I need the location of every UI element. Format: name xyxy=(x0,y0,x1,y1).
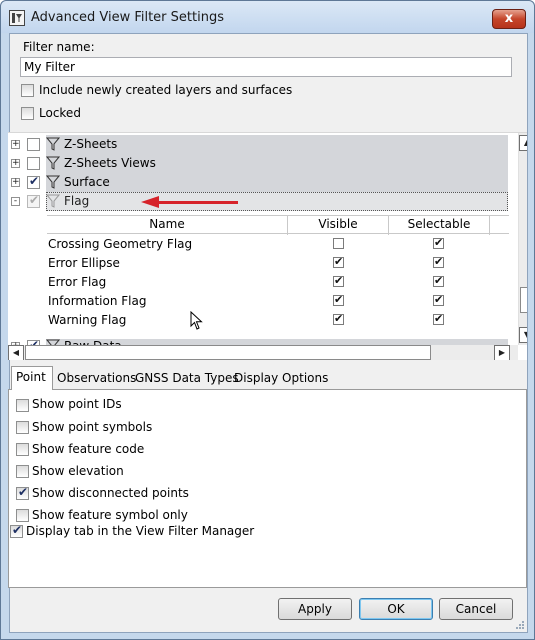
expand-icon[interactable]: + xyxy=(11,159,20,168)
vertical-scroll-thumb[interactable] xyxy=(520,287,527,313)
grid-header: Name Visible Selectable xyxy=(47,215,509,235)
column-header-name[interactable]: Name xyxy=(47,217,287,231)
include-new-layers-checkbox[interactable] xyxy=(21,84,34,97)
tree-node-checkbox[interactable] xyxy=(27,193,40,208)
grid-row[interactable]: Crossing Geometry Flag xyxy=(47,235,509,254)
flag-name: Error Ellipse xyxy=(48,256,120,270)
grid-row[interactable]: Error Flag xyxy=(47,273,509,292)
window-title: Advanced View Filter Settings xyxy=(31,10,224,25)
locked-label: Locked xyxy=(39,106,81,120)
flag-name: Crossing Geometry Flag xyxy=(48,237,193,251)
column-header-visible[interactable]: Visible xyxy=(288,217,388,231)
tree-node-label: Z-Sheets xyxy=(64,137,118,151)
show-disconnected-points-checkbox[interactable] xyxy=(16,485,29,500)
collapse-icon[interactable]: - xyxy=(11,197,20,206)
flag-name: Warning Flag xyxy=(48,313,127,327)
tree-node-bar xyxy=(46,192,508,211)
red-arrow-annotation-icon xyxy=(141,196,159,208)
filter-funnel-icon xyxy=(46,137,60,151)
tree-node-bar xyxy=(46,173,508,192)
show-point-ids-checkbox[interactable] xyxy=(16,399,29,412)
tab-point[interactable]: Point xyxy=(11,366,53,391)
flag-name: Information Flag xyxy=(48,294,147,308)
visible-checkbox[interactable] xyxy=(333,312,344,325)
display-tab-checkbox[interactable] xyxy=(10,523,23,538)
tree-node-checkbox[interactable] xyxy=(27,157,40,170)
selectable-checkbox[interactable] xyxy=(433,274,444,287)
tree-node-checkbox[interactable] xyxy=(27,138,40,151)
horizontal-scrollbar[interactable]: ◀ ▶ xyxy=(8,345,518,360)
show-point-ids-label: Show point IDs xyxy=(32,397,122,411)
tree-node-surface[interactable]: + Surface xyxy=(8,173,508,192)
show-elevation-label: Show elevation xyxy=(32,464,124,478)
selectable-checkbox[interactable] xyxy=(433,293,444,306)
scroll-down-icon[interactable]: ▼ xyxy=(519,327,527,343)
show-elevation-checkbox[interactable] xyxy=(16,465,29,478)
resize-grip-icon[interactable] xyxy=(515,620,525,630)
show-point-symbols-label: Show point symbols xyxy=(32,420,153,434)
title-bar[interactable]: Advanced View Filter Settings x xyxy=(1,1,534,33)
tree-node-z-sheets[interactable]: + Z-Sheets xyxy=(8,135,508,154)
include-new-layers-label: Include newly created layers and surface… xyxy=(39,83,293,97)
tab-observations[interactable]: Observations xyxy=(53,368,140,390)
filter-funnel-icon xyxy=(46,175,60,189)
expand-icon[interactable]: + xyxy=(11,178,20,187)
column-header-selectable[interactable]: Selectable xyxy=(389,217,489,231)
locked-checkbox[interactable] xyxy=(21,107,34,120)
selectable-checkbox[interactable] xyxy=(433,255,444,268)
scroll-up-icon[interactable]: ▲ xyxy=(519,135,527,151)
grid-row[interactable]: Error Ellipse xyxy=(47,254,509,273)
selectable-checkbox[interactable] xyxy=(433,236,444,249)
options-tab-strip: Point Observations GNSS Data Types Displ… xyxy=(8,366,527,391)
filter-name-input[interactable]: My Filter xyxy=(20,57,512,77)
cancel-button[interactable]: Cancel xyxy=(439,598,513,620)
tab-display-options[interactable]: Display Options xyxy=(230,368,332,390)
display-tab-label: Display tab in the View Filter Manager xyxy=(26,524,255,538)
horizontal-scroll-thumb[interactable] xyxy=(25,345,431,360)
close-button[interactable]: x xyxy=(492,9,526,29)
visible-checkbox[interactable] xyxy=(333,255,344,268)
tree-node-label: Z-Sheets Views xyxy=(64,156,156,170)
show-point-symbols-checkbox[interactable] xyxy=(16,421,29,434)
ok-button[interactable]: OK xyxy=(359,598,433,620)
visible-checkbox[interactable] xyxy=(333,293,344,306)
filter-funnel-icon xyxy=(46,156,60,170)
show-disconnected-points-label: Show disconnected points xyxy=(32,486,189,500)
visible-checkbox[interactable] xyxy=(333,274,344,287)
show-feature-symbol-only-checkbox[interactable] xyxy=(16,509,29,522)
grid-row[interactable]: Information Flag xyxy=(47,292,509,311)
mouse-cursor-icon xyxy=(190,311,203,330)
scroll-right-icon[interactable]: ▶ xyxy=(494,345,510,360)
expand-icon[interactable]: + xyxy=(11,140,20,149)
show-feature-symbol-only-label: Show feature symbol only xyxy=(32,508,188,522)
apply-button[interactable]: Apply xyxy=(278,598,352,620)
flag-name: Error Flag xyxy=(48,275,107,289)
tree-node-label: Flag xyxy=(64,194,90,208)
layer-tree-panel: + Z-Sheets + Z-Sheets Views + Surface - … xyxy=(8,132,527,360)
flag-types-grid: Name Visible Selectable Crossing Geometr… xyxy=(47,215,509,335)
tab-gnss-data-types[interactable]: GNSS Data Types xyxy=(131,368,243,390)
red-arrow-shaft xyxy=(158,201,238,204)
tree-node-flag[interactable]: - Flag xyxy=(8,192,508,211)
filter-settings-icon xyxy=(9,10,25,26)
vertical-scrollbar[interactable]: ▲ ▼ xyxy=(518,133,527,345)
tree-node-checkbox[interactable] xyxy=(27,174,40,189)
visible-checkbox[interactable] xyxy=(333,238,344,249)
grid-row[interactable]: Warning Flag xyxy=(47,311,509,330)
filter-funnel-icon xyxy=(46,194,60,208)
tree-node-label: Surface xyxy=(64,175,110,189)
filter-name-label: Filter name: xyxy=(23,40,95,54)
scroll-left-icon[interactable]: ◀ xyxy=(8,345,24,360)
show-feature-code-checkbox[interactable] xyxy=(16,443,29,456)
selectable-checkbox[interactable] xyxy=(433,312,444,325)
tree-node-z-sheets-views[interactable]: + Z-Sheets Views xyxy=(8,154,508,173)
show-feature-code-label: Show feature code xyxy=(32,442,145,456)
column-divider[interactable] xyxy=(489,216,490,235)
